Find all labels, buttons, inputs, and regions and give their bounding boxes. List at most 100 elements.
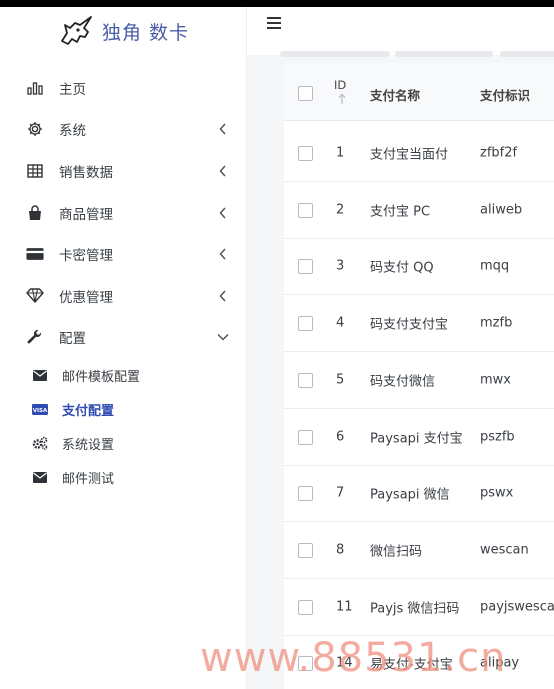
table-row[interactable]: 3 码支付 QQ mqq bbox=[284, 238, 554, 296]
watermark: www.88531.cn bbox=[200, 635, 507, 681]
sidebar-item-label: 系统 bbox=[59, 123, 86, 140]
sidebar-item-label: 配置 bbox=[59, 331, 86, 348]
row-checkbox[interactable] bbox=[298, 486, 313, 502]
sidebar-subitem-mail-template[interactable]: 邮件模板配置 bbox=[0, 358, 247, 392]
cell-name: 微信扫码 bbox=[370, 544, 423, 560]
cell-id: 6 bbox=[336, 429, 345, 444]
table-header: ID 支付名称 支付标识 bbox=[284, 63, 554, 121]
column-header-id[interactable]: ID bbox=[334, 78, 346, 92]
sidebar-subitem-label: 邮件模板配置 bbox=[62, 369, 141, 385]
wrench-icon bbox=[26, 328, 44, 346]
bar-chart-icon bbox=[26, 79, 44, 97]
diamond-icon bbox=[26, 287, 44, 305]
sidebar-item-label: 商品管理 bbox=[59, 206, 113, 223]
toolbar-button-placeholder[interactable] bbox=[280, 51, 390, 57]
sidebar-menu: 主页 系统 销售数据 商品管理 卡密管理 优惠管理 配置 邮件模板配置 VISA… bbox=[0, 67, 247, 494]
cell-id: 8 bbox=[336, 542, 345, 558]
chevron-left-icon bbox=[217, 290, 229, 302]
select-all-checkbox[interactable] bbox=[298, 86, 313, 101]
cell-name: Paysapi 支付宝 bbox=[370, 431, 463, 446]
cell-id: 1 bbox=[336, 145, 345, 161]
column-header-name[interactable]: 支付名称 bbox=[370, 85, 420, 104]
row-checkbox[interactable] bbox=[298, 202, 313, 218]
cell-code: mwx bbox=[480, 372, 511, 388]
toolbar-button-placeholder[interactable] bbox=[395, 51, 493, 57]
table-row[interactable]: 7 Paysapi 微信 pswx bbox=[284, 465, 554, 523]
column-header-code[interactable]: 支付标识 bbox=[480, 85, 530, 104]
row-checkbox[interactable] bbox=[298, 542, 313, 558]
credit-card-icon bbox=[26, 245, 44, 263]
cell-id: 5 bbox=[336, 372, 345, 388]
sidebar-item-label: 销售数据 bbox=[59, 164, 113, 181]
cell-code: pswx bbox=[480, 485, 514, 501]
sidebar-subitem-label: 邮件测试 bbox=[62, 471, 115, 487]
row-checkbox[interactable] bbox=[298, 599, 313, 615]
table-row[interactable]: 8 微信扫码 wescan bbox=[284, 522, 554, 579]
svg-text:VISA: VISA bbox=[33, 408, 48, 414]
chevron-left-icon bbox=[217, 248, 229, 260]
unicorn-logo-icon bbox=[61, 16, 92, 45]
cell-name: 支付宝当面付 bbox=[370, 147, 449, 163]
envelope-icon bbox=[32, 368, 48, 382]
sidebar-item-coupons[interactable]: 优惠管理 bbox=[0, 275, 247, 317]
brand-name: 独角 数卡 bbox=[101, 21, 190, 44]
row-checkbox[interactable] bbox=[298, 429, 313, 445]
sidebar-item-config[interactable]: 配置 bbox=[0, 317, 247, 359]
cell-name: Payjs 微信扫码 bbox=[370, 601, 460, 617]
sidebar-subitem-label: 系统设置 bbox=[62, 437, 115, 453]
toolbar-button-placeholder[interactable] bbox=[500, 51, 554, 57]
sidebar-subitem-payment-config[interactable]: VISA 支付配置 bbox=[0, 392, 247, 426]
table-row[interactable]: 4 码支付支付宝 mzfb bbox=[284, 295, 554, 353]
chevron-left-icon bbox=[217, 123, 229, 135]
sidebar: 独角 数卡 主页 系统 销售数据 商品管理 卡密管理 优惠管理 配置 邮件模板配… bbox=[0, 7, 247, 689]
cell-code: pszfb bbox=[480, 429, 515, 444]
gear-icon bbox=[26, 120, 44, 138]
cell-id: 4 bbox=[336, 315, 345, 331]
cell-code: mzfb bbox=[480, 315, 513, 331]
row-checkbox[interactable] bbox=[298, 146, 313, 161]
table-icon bbox=[26, 162, 44, 180]
brand[interactable]: 独角 数卡 bbox=[0, 7, 247, 55]
sidebar-item-label: 优惠管理 bbox=[59, 289, 113, 306]
envelope-icon bbox=[32, 470, 48, 484]
sidebar-item-card-keys[interactable]: 卡密管理 bbox=[0, 233, 247, 275]
cell-code: mqq bbox=[480, 258, 510, 274]
sidebar-subitem-label: 支付配置 bbox=[62, 403, 115, 419]
row-checkbox[interactable] bbox=[298, 316, 313, 332]
sidebar-subitem-system-settings[interactable]: 系统设置 bbox=[0, 426, 247, 460]
shopping-bag-icon bbox=[26, 204, 44, 222]
cell-id: 3 bbox=[336, 258, 345, 274]
sidebar-subitem-mail-test[interactable]: 邮件测试 bbox=[0, 460, 247, 494]
table-row[interactable]: 5 码支付微信 mwx bbox=[284, 352, 554, 409]
sidebar-item-home[interactable]: 主页 bbox=[0, 67, 247, 109]
chevron-down-icon bbox=[217, 331, 229, 343]
cell-name: 支付宝 PC bbox=[370, 204, 431, 220]
table-row[interactable]: 1 支付宝当面付 zfbf2f bbox=[284, 125, 554, 182]
table-row[interactable]: 11 Payjs 微信扫码 payjswescan bbox=[284, 579, 554, 636]
sort-arrow-up-icon[interactable] bbox=[338, 93, 346, 109]
cell-name: 码支付微信 bbox=[370, 374, 436, 390]
chevron-left-icon bbox=[217, 207, 229, 219]
cell-id: 11 bbox=[336, 599, 353, 615]
app-window: 独角 数卡 主页 系统 销售数据 商品管理 卡密管理 优惠管理 配置 邮件模板配… bbox=[0, 7, 554, 689]
sidebar-item-system[interactable]: 系统 bbox=[0, 109, 247, 151]
row-checkbox[interactable] bbox=[298, 372, 313, 388]
visa-card-icon: VISA bbox=[32, 402, 48, 416]
cell-name: 码支付 QQ bbox=[370, 260, 434, 276]
row-checkbox[interactable] bbox=[298, 259, 313, 275]
table-row[interactable]: 6 Paysapi 支付宝 pszfb bbox=[284, 409, 554, 466]
sidebar-item-products[interactable]: 商品管理 bbox=[0, 192, 247, 234]
cogs-icon bbox=[32, 436, 48, 450]
top-navbar bbox=[247, 7, 554, 55]
cell-code: payjswescan bbox=[480, 599, 554, 615]
sidebar-item-sales-data[interactable]: 销售数据 bbox=[0, 150, 247, 192]
table-row[interactable]: 2 支付宝 PC aliweb bbox=[284, 182, 554, 239]
cell-name: 码支付支付宝 bbox=[370, 317, 449, 333]
cell-id: 2 bbox=[336, 202, 345, 218]
cell-code: zfbf2f bbox=[480, 145, 518, 161]
payment-table: ID 支付名称 支付标识 1 支付宝当面付 zfbf2f 2 支付宝 PC aliweb 3… bbox=[284, 63, 554, 689]
cell-name: Paysapi 微信 bbox=[370, 487, 450, 503]
cell-id: 7 bbox=[336, 485, 345, 501]
hamburger-menu-icon[interactable] bbox=[267, 17, 281, 29]
cell-code: wescan bbox=[480, 542, 529, 558]
